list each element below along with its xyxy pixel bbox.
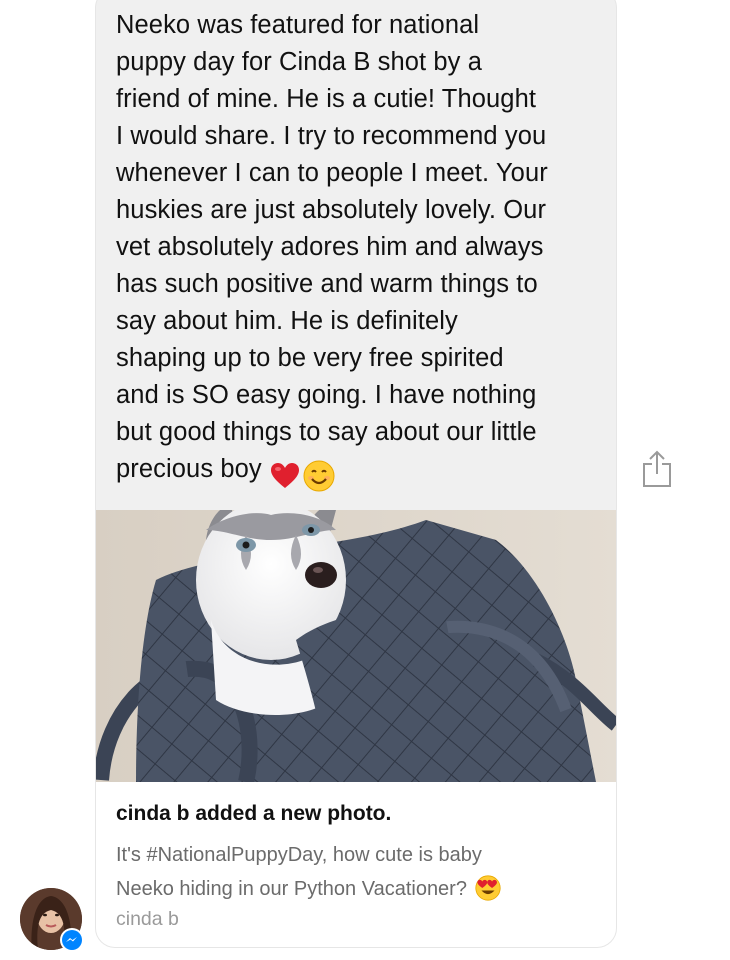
message-text: Neeko was featured for national puppy da… bbox=[116, 7, 601, 494]
smiling-face-emoji-icon bbox=[303, 460, 335, 492]
share-icon[interactable] bbox=[641, 450, 673, 493]
shared-post-source: cinda b bbox=[116, 908, 179, 930]
shared-post-card[interactable]: cinda b added a new photo. It's #Nationa… bbox=[96, 782, 616, 947]
red-heart-emoji-icon bbox=[270, 463, 299, 489]
shared-photo[interactable] bbox=[96, 510, 616, 782]
heart-eyes-emoji-icon bbox=[475, 875, 501, 901]
shared-post-description: It's #NationalPuppyDay, how cute is baby… bbox=[116, 838, 596, 906]
message-bubble[interactable]: Neeko was featured for national puppy da… bbox=[95, 0, 617, 948]
husky-in-bag-photo bbox=[96, 510, 616, 782]
messenger-icon bbox=[60, 928, 84, 952]
message-emojis bbox=[270, 457, 335, 494]
shared-post-title: cinda b added a new photo. bbox=[116, 802, 392, 825]
